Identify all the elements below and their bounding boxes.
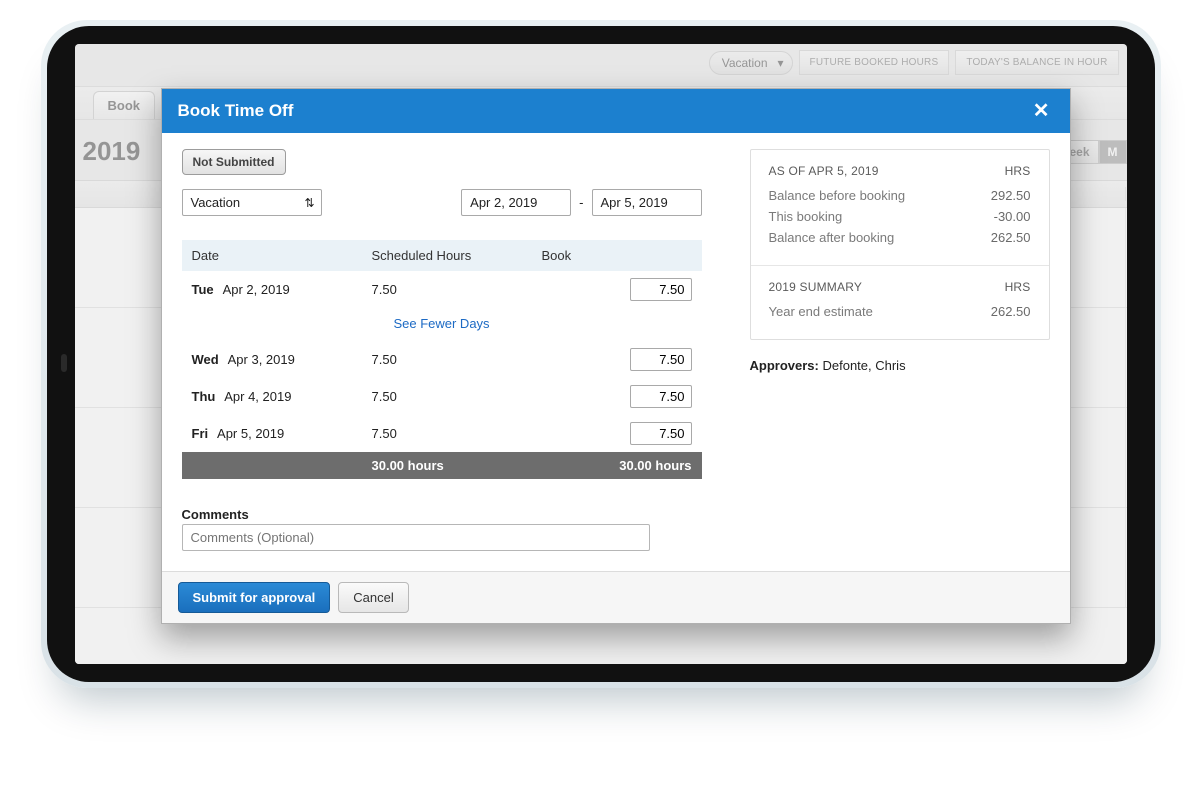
book-time-off-modal: Book Time Off ✕ Not Submitted Vacation ⇅ xyxy=(161,88,1071,624)
total-sched: 30.00 hours xyxy=(372,458,542,473)
row-book-cell xyxy=(542,385,692,408)
modal-left-column: Not Submitted Vacation ⇅ Apr 2, 2019 - A… xyxy=(182,149,702,551)
year-end-label: Year end estimate xyxy=(769,304,873,319)
book-hours-input[interactable] xyxy=(630,422,692,445)
row-sched: 7.50 xyxy=(372,426,542,441)
table-row: Thu Apr 4, 2019 7.50 xyxy=(182,378,702,415)
row-sched: 7.50 xyxy=(372,352,542,367)
book-hours-input[interactable] xyxy=(630,348,692,371)
modal-body: Not Submitted Vacation ⇅ Apr 2, 2019 - A… xyxy=(162,133,1070,571)
approvers-label: Approvers: xyxy=(750,358,819,373)
see-fewer-days-link[interactable]: See Fewer Days xyxy=(393,316,489,331)
row-book-cell xyxy=(542,422,692,445)
hrs-label-2: HRS xyxy=(1005,280,1031,294)
tablet-bezel: Vacation ▾ FUTURE BOOKED HOURS TODAY'S B… xyxy=(47,26,1155,682)
col-date-header: Date xyxy=(192,248,372,263)
row-date: Thu Apr 4, 2019 xyxy=(192,389,372,404)
asof-label: AS OF APR 5, 2019 xyxy=(769,164,879,178)
balance-card: AS OF APR 5, 2019 HRS Balance before boo… xyxy=(750,149,1050,340)
balance-before-line: Balance before booking 292.50 xyxy=(769,188,1031,203)
days-table-header: Date Scheduled Hours Book xyxy=(182,240,702,271)
summary-section-title: 2019 SUMMARY HRS xyxy=(769,280,1031,294)
modal-title: Book Time Off xyxy=(178,101,294,121)
type-and-date-row: Vacation ⇅ Apr 2, 2019 - Apr 5, 2019 xyxy=(182,189,702,216)
approvers-names: Defonte, Chris xyxy=(822,358,905,373)
row-sched: 7.50 xyxy=(372,282,542,297)
balance-before-label: Balance before booking xyxy=(769,188,906,203)
year-end-value: 262.50 xyxy=(991,304,1031,319)
tablet-screen: Vacation ▾ FUTURE BOOKED HOURS TODAY'S B… xyxy=(75,44,1127,664)
modal-right-column: AS OF APR 5, 2019 HRS Balance before boo… xyxy=(750,149,1050,551)
book-hours-input[interactable] xyxy=(630,278,692,301)
book-hours-input[interactable] xyxy=(630,385,692,408)
row-dow: Fri xyxy=(192,426,209,441)
comments-input[interactable] xyxy=(182,524,650,551)
row-book-cell xyxy=(542,348,692,371)
col-book-header: Book xyxy=(542,248,692,263)
date-separator: - xyxy=(579,195,583,210)
type-select-value: Vacation xyxy=(191,195,241,210)
balance-after-line: Balance after booking 262.50 xyxy=(769,230,1031,245)
summary-label: 2019 SUMMARY xyxy=(769,280,863,294)
this-booking-label: This booking xyxy=(769,209,843,224)
type-select[interactable]: Vacation ⇅ xyxy=(182,189,322,216)
status-chip: Not Submitted xyxy=(182,149,286,175)
row-dow: Tue xyxy=(192,282,214,297)
balance-after-value: 262.50 xyxy=(991,230,1031,245)
table-row: Wed Apr 3, 2019 7.50 xyxy=(182,341,702,378)
table-row: Fri Apr 5, 2019 7.50 xyxy=(182,415,702,452)
balance-after-label: Balance after booking xyxy=(769,230,895,245)
updown-icon: ⇅ xyxy=(304,196,314,210)
balance-section-title: AS OF APR 5, 2019 HRS xyxy=(769,164,1031,178)
this-booking-line: This booking -30.00 xyxy=(769,209,1031,224)
modal-header: Book Time Off ✕ xyxy=(162,89,1070,133)
days-table: Date Scheduled Hours Book Tue Apr 2, 201… xyxy=(182,240,702,479)
see-fewer-days: See Fewer Days xyxy=(182,308,702,341)
tablet-frame: Vacation ▾ FUTURE BOOKED HOURS TODAY'S B… xyxy=(41,20,1161,688)
modal-footer: Submit for approval Cancel xyxy=(162,571,1070,623)
col-sched-header: Scheduled Hours xyxy=(372,248,542,263)
submit-for-approval-button[interactable]: Submit for approval xyxy=(178,582,331,613)
row-date: Fri Apr 5, 2019 xyxy=(192,426,372,441)
cancel-button[interactable]: Cancel xyxy=(338,582,408,613)
row-date: Wed Apr 3, 2019 xyxy=(192,352,372,367)
summary-section: 2019 SUMMARY HRS Year end estimate 262.5… xyxy=(751,265,1049,339)
comments-label: Comments xyxy=(182,507,702,522)
row-book-cell xyxy=(542,278,692,301)
row-dow: Thu xyxy=(192,389,216,404)
row-date-text: Apr 4, 2019 xyxy=(224,389,291,404)
year-end-line: Year end estimate 262.50 xyxy=(769,304,1031,319)
row-sched: 7.50 xyxy=(372,389,542,404)
row-date: Tue Apr 2, 2019 xyxy=(192,282,372,297)
date-to-input[interactable]: Apr 5, 2019 xyxy=(592,189,702,216)
hrs-label: HRS xyxy=(1005,164,1031,178)
total-book: 30.00 hours xyxy=(542,458,692,473)
balance-section: AS OF APR 5, 2019 HRS Balance before boo… xyxy=(751,150,1049,265)
close-icon[interactable]: ✕ xyxy=(1029,101,1054,121)
balance-before-value: 292.50 xyxy=(991,188,1031,203)
row-date-text: Apr 3, 2019 xyxy=(228,352,295,367)
row-date-text: Apr 2, 2019 xyxy=(223,282,290,297)
this-booking-value: -30.00 xyxy=(994,209,1031,224)
row-date-text: Apr 5, 2019 xyxy=(217,426,284,441)
approvers-line: Approvers: Defonte, Chris xyxy=(750,358,1050,373)
row-dow: Wed xyxy=(192,352,219,367)
date-from-input[interactable]: Apr 2, 2019 xyxy=(461,189,571,216)
totals-row: 30.00 hours 30.00 hours xyxy=(182,452,702,479)
table-row: Tue Apr 2, 2019 7.50 xyxy=(182,271,702,308)
tablet-camera xyxy=(61,354,67,372)
